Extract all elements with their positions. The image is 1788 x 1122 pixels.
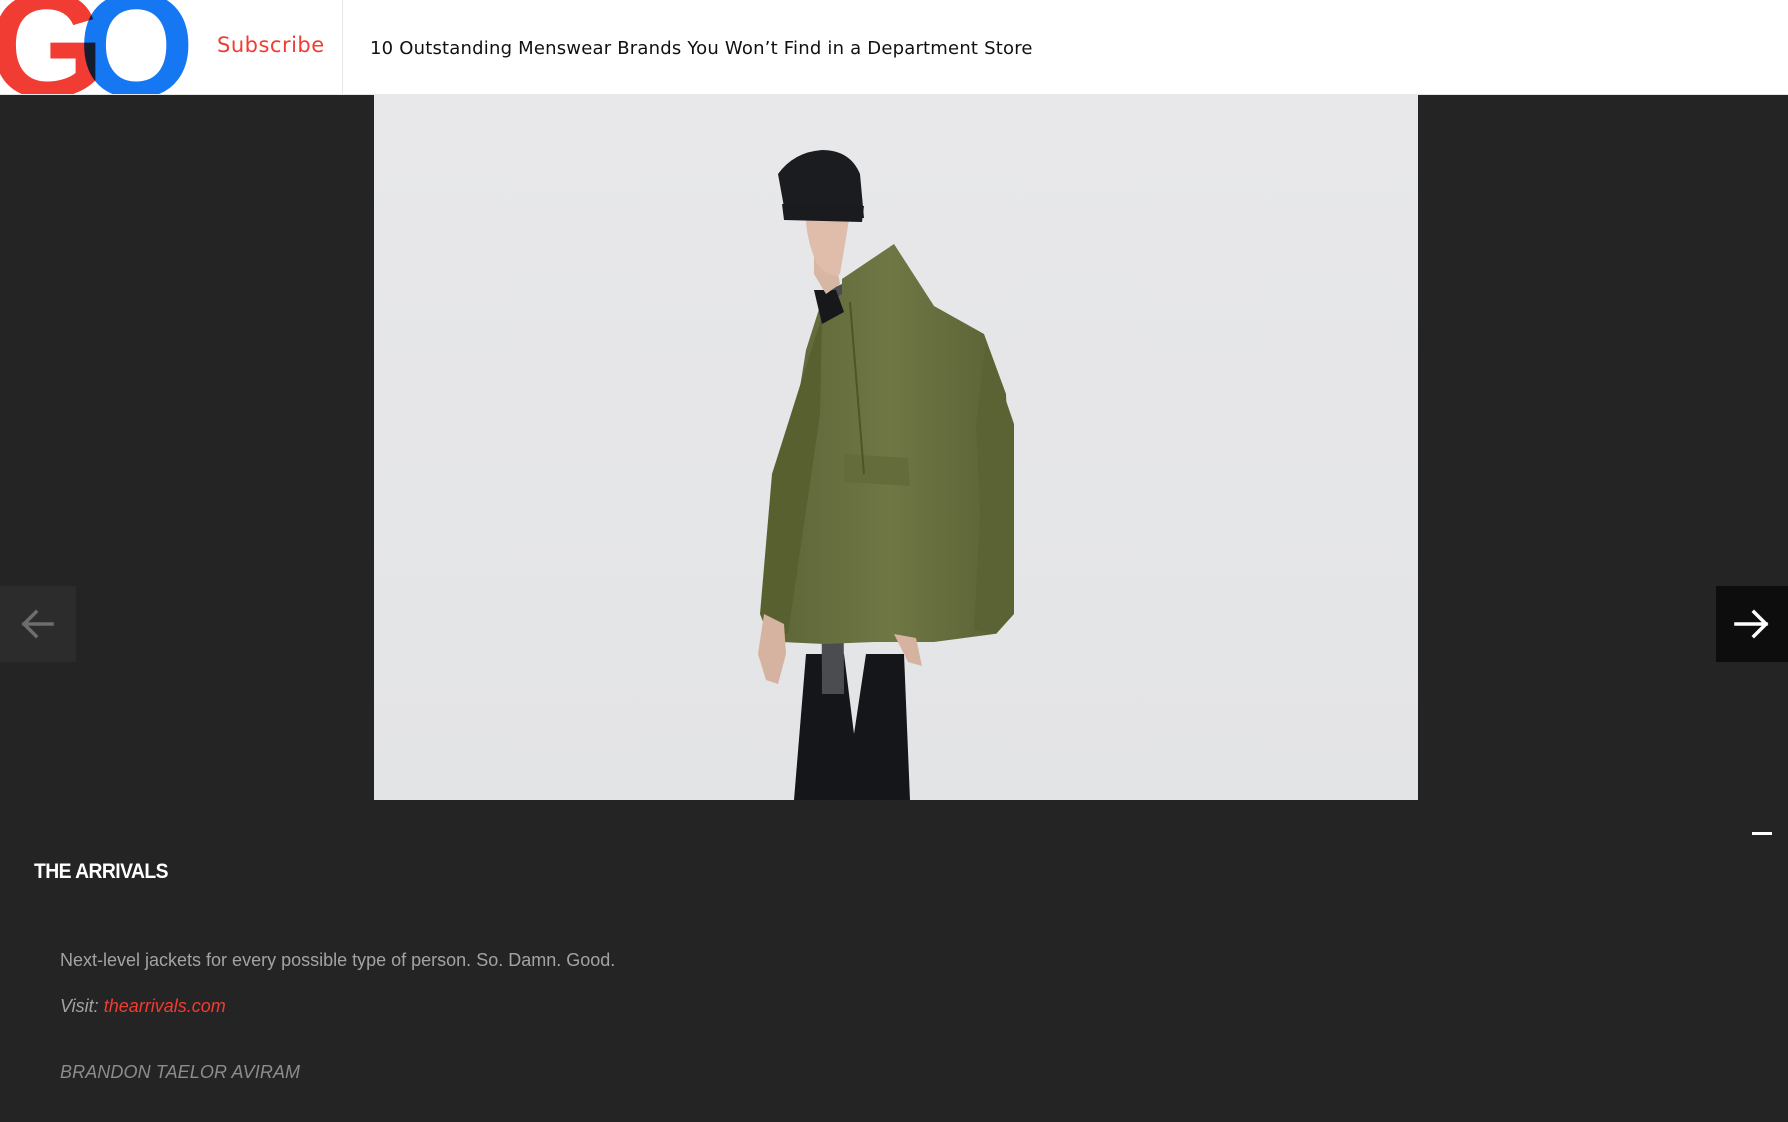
brand-website-link[interactable]: thearrivals.com	[104, 996, 226, 1016]
previous-slide-button[interactable]	[0, 586, 76, 662]
next-slide-button[interactable]	[1716, 586, 1788, 662]
gallery-photo	[374, 94, 1418, 800]
visit-line: Visit: thearrivals.com	[60, 996, 226, 1017]
caption-description: Next-level jackets for every possible ty…	[60, 950, 616, 970]
photo-credit: BRANDON TAELOR AVIRAM	[60, 1062, 301, 1082]
article-title: 10 Outstanding Menswear Brands You Won’t…	[370, 38, 1033, 59]
visit-label: Visit:	[60, 996, 104, 1016]
gq-logo[interactable]: G Q	[0, 0, 190, 94]
logo-letter-q: Q	[78, 0, 190, 94]
subscribe-link[interactable]: Subscribe	[217, 33, 325, 57]
header-divider	[342, 0, 343, 94]
collapse-caption-button[interactable]	[1752, 826, 1774, 840]
site-header: G Q Subscribe 10 Outstanding Menswear Br…	[0, 0, 1788, 95]
minus-icon	[1752, 832, 1772, 835]
arrow-left-icon	[21, 609, 54, 639]
model-illustration	[758, 150, 1014, 800]
caption-title: THE ARRIVALS	[34, 860, 169, 883]
arrow-right-icon	[1734, 609, 1769, 639]
